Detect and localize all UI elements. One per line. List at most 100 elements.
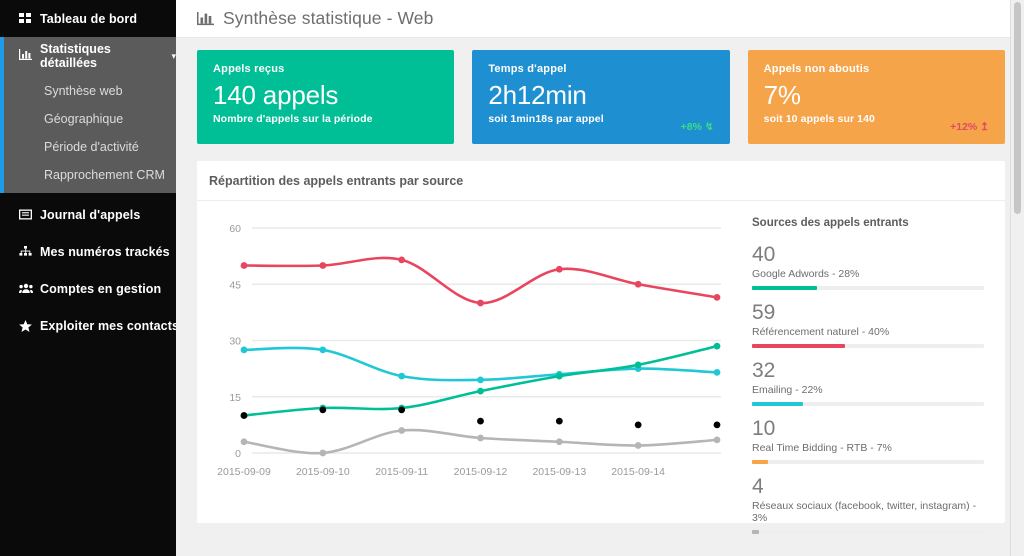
chart-data-point[interactable] [555, 417, 563, 425]
chart-data-point[interactable] [398, 427, 406, 434]
lightning-icon: ↯ [704, 121, 714, 133]
kpi-delta-value: +12% [950, 121, 978, 133]
sidebar-item-comptes-gestion[interactable]: Comptes en gestion [0, 270, 176, 307]
sources-heading: Sources des appels entrants [752, 217, 909, 229]
chart-data-point[interactable] [713, 421, 721, 429]
chart-panel-body: 0 15 30 45 60 2015-09-09 2015-09-10 2015-09-11 2… [197, 201, 1005, 534]
chart-data-point[interactable] [555, 438, 563, 446]
x-axis-tick-label: 2015-09-09 [217, 466, 271, 478]
sidebar-item-exploiter-contacts[interactable]: Exploiter mes contacts [0, 307, 176, 344]
source-item-emailing[interactable]: 32 Emailing - 22% [752, 359, 984, 406]
sidebar-item-label: Tableau de bord [40, 11, 138, 26]
source-count: 10 [752, 417, 776, 440]
sidebar-item-journal-appels[interactable]: Journal d'appels [0, 196, 176, 233]
chart-data-point[interactable] [477, 376, 484, 384]
chart-data-point[interactable] [713, 342, 721, 350]
sidebar-item-label: Mes numéros trackés [40, 244, 170, 259]
chart-data-point[interactable] [319, 449, 327, 457]
chart-data-point[interactable] [477, 434, 484, 442]
y-axis-tick-label: 15 [229, 392, 241, 404]
source-progress-track [752, 402, 984, 406]
chart-series-line [242, 428, 719, 455]
kpi-subtitle: Nombre d'appels sur la période [213, 113, 373, 125]
source-label: Google Adwords - 28% [752, 268, 860, 280]
sitemap-icon [19, 246, 40, 257]
source-progress-track [752, 530, 984, 534]
y-axis-tick-label: 30 [229, 336, 241, 348]
chart-data-point[interactable] [555, 265, 563, 273]
chart-data-point[interactable] [240, 346, 248, 354]
source-count: 4 [752, 475, 764, 498]
arrow-up-icon: ↥ [980, 121, 989, 133]
source-item-rtb[interactable]: 10 Real Time Bidding - RTB - 7% [752, 417, 984, 464]
source-progress-fill [752, 530, 759, 534]
sidebar-item-label: Exploiter mes contacts [40, 318, 176, 333]
chart-data-point[interactable] [240, 262, 248, 269]
kpi-delta-badge: +8% ↯ [681, 121, 714, 133]
x-axis-tick-label: 2015-09-13 [532, 466, 586, 478]
source-item-reseaux-sociaux[interactable]: 4 Réseaux sociaux (facebook, twitter, in… [752, 475, 984, 534]
source-progress-fill [752, 344, 845, 348]
y-axis-tick-label: 60 [229, 223, 241, 235]
source-progress-fill [752, 402, 804, 406]
kpi-delta-badge: +12% ↥ [950, 121, 989, 133]
sidebar-item-tableau-de-bord[interactable]: Tableau de bord [0, 0, 176, 37]
users-icon [19, 283, 40, 294]
chart-data-point[interactable] [319, 262, 327, 269]
source-item-referencement-naturel[interactable]: 59 Référencement naturel - 40% [752, 301, 984, 348]
chart-data-point[interactable] [477, 299, 484, 307]
kpi-title: Appels non aboutis [763, 63, 870, 75]
line-chart: 0 15 30 45 60 2015-09-09 2015-09-10 2015-09-11 2… [197, 201, 738, 522]
chart-data-point[interactable] [319, 346, 327, 354]
source-label: Réseaux sociaux (facebook, twitter, inst… [752, 500, 977, 524]
bar-chart-icon [197, 11, 214, 26]
source-item-google-adwords[interactable]: 40 Google Adwords - 28% [752, 243, 984, 290]
chart-data-point[interactable] [398, 256, 406, 264]
x-axis-tick-label: 2015-09-12 [454, 466, 508, 478]
bar-chart-icon [19, 49, 40, 63]
chart-data-point[interactable] [634, 280, 642, 288]
sidebar-subitem-periode-activite[interactable]: Période d'activité [4, 133, 176, 161]
sidebar-item-numeros-trackes[interactable]: Mes numéros trackés [0, 233, 176, 270]
chart-data-point[interactable] [634, 442, 642, 449]
sidebar-item-label: Statistiques détaillées [40, 42, 111, 70]
vertical-scrollbar[interactable] [1011, 0, 1024, 556]
chart-data-point[interactable] [713, 293, 721, 301]
sidebar-item-label: Journal d'appels [40, 207, 141, 222]
chart-data-point[interactable] [634, 361, 642, 369]
chart-data-point[interactable] [713, 436, 721, 444]
chart-data-point[interactable] [634, 421, 642, 429]
sidebar-item-statistiques-detaillees[interactable]: Statistiques détaillées ▾ [4, 37, 176, 75]
chart-data-point[interactable] [319, 406, 327, 414]
chart-data-point[interactable] [398, 406, 406, 414]
chart-data-point[interactable] [477, 387, 484, 395]
source-progress-fill [752, 460, 769, 464]
kpi-delta-value: +8% [680, 121, 702, 133]
sidebar-subitem-rapprochement-crm[interactable]: Rapprochement CRM [4, 161, 176, 193]
kpi-title: Temps d'appel [488, 63, 567, 75]
content-area: Appels reçus 140 appels Nombre d'appels … [176, 38, 1024, 534]
grid-icon [19, 13, 40, 24]
x-axis-tick-label: 2015-09-10 [296, 466, 350, 478]
scrollbar-thumb[interactable] [1014, 2, 1021, 214]
sources-list: Sources des appels entrants 40 Google Ad… [738, 201, 1005, 534]
sidebar-subitem-synthese-web[interactable]: Synthèse web [4, 75, 176, 105]
source-label: Référencement naturel - 40% [752, 326, 890, 338]
source-progress-track [752, 286, 984, 290]
kpi-title: Appels reçus [213, 63, 285, 75]
sidebar-item-label: Comptes en gestion [40, 281, 162, 296]
chart-series-line [242, 256, 719, 305]
source-progress-track [752, 460, 984, 464]
kpi-card-appels-non-aboutis: Appels non aboutis 7% soit 10 appels sur… [747, 50, 1005, 144]
list-icon [19, 209, 40, 220]
sidebar-subitem-geographique[interactable]: Géographique [4, 105, 176, 133]
line-chart-svg: 0 15 30 45 60 2015-09-09 2015-09-10 2015-09-11 2… [217, 223, 721, 478]
chart-data-point[interactable] [240, 438, 248, 446]
chart-data-point[interactable] [240, 412, 248, 419]
source-progress-track [752, 344, 984, 348]
chart-data-point[interactable] [713, 368, 721, 376]
chart-data-point[interactable] [555, 372, 563, 380]
chart-data-point[interactable] [398, 372, 406, 380]
chart-data-point[interactable] [477, 417, 484, 425]
source-progress-fill [752, 286, 817, 290]
